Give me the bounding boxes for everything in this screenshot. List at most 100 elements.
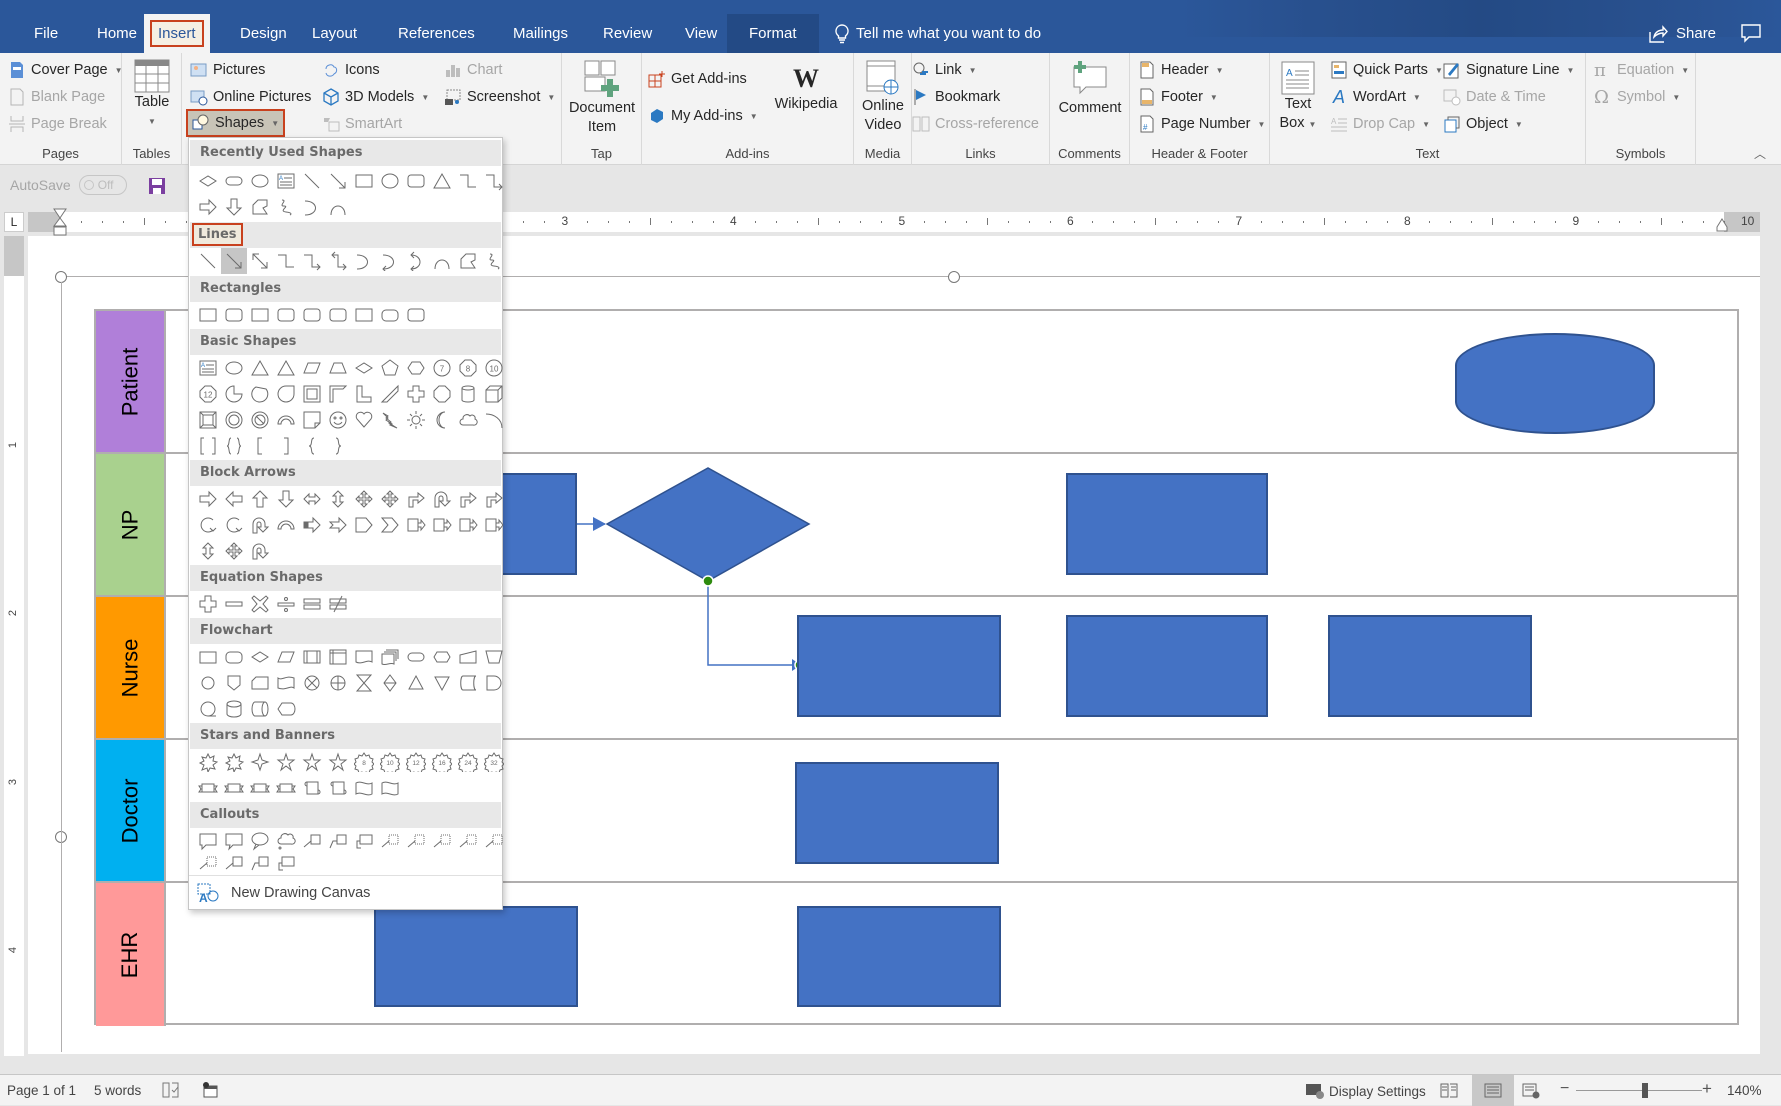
shape-option-num8[interactable]: 8 (455, 355, 481, 381)
table-button[interactable]: Table ▼ (130, 59, 174, 131)
shape-option-dotcallout[interactable] (377, 828, 403, 854)
word-count[interactable]: 5 words (94, 1083, 141, 1098)
text-box-button[interactable]: A Text Box ▼ (1276, 61, 1320, 134)
shape-option-rrect[interactable] (273, 302, 299, 328)
shape-option-linecallout[interactable] (299, 828, 325, 854)
comment-button[interactable]: Comment (1054, 59, 1126, 118)
shape-option-darrow[interactable] (221, 194, 247, 220)
process-box-ehr-2[interactable] (797, 906, 1001, 1007)
process-box-nurse-2[interactable] (1066, 615, 1268, 717)
shape-option-fcmerge[interactable] (429, 670, 455, 696)
shape-option-braces[interactable] (221, 433, 247, 459)
tab-layout[interactable]: Layout (302, 14, 367, 53)
shape-option-udarrow[interactable] (195, 538, 221, 564)
shape-option-arrowline[interactable] (221, 248, 247, 274)
zoom-slider-thumb[interactable] (1642, 1083, 1649, 1098)
shape-option-plus[interactable] (403, 381, 429, 407)
shape-option-uturn[interactable] (247, 538, 273, 564)
shape-option-arcline[interactable] (481, 407, 507, 433)
shape-option-scroll[interactable] (299, 775, 325, 801)
shape-option-can[interactable] (455, 381, 481, 407)
shape-option-circarrow[interactable] (221, 512, 247, 538)
shape-option-tri[interactable] (247, 355, 273, 381)
blank-page-button[interactable]: Blank Page (8, 85, 105, 109)
shape-option-banner[interactable] (221, 775, 247, 801)
shape-option-freeform[interactable] (247, 194, 273, 220)
shape-option-arc[interactable] (429, 248, 455, 274)
shape-option-frame[interactable] (299, 381, 325, 407)
resize-handle[interactable] (948, 271, 960, 283)
shape-option-elbowdbl[interactable] (325, 248, 351, 274)
shape-option-fcdoc[interactable] (351, 644, 377, 670)
shape-option-elbowarrow[interactable] (481, 168, 507, 194)
shape-option-seal12[interactable]: 12 (403, 749, 429, 775)
document-item-button[interactable]: Document Item (566, 59, 638, 137)
smartart-button[interactable]: SmartArt (322, 112, 402, 136)
shape-option-cube[interactable] (481, 381, 507, 407)
autosave-toggle[interactable]: AutoSave Off (10, 175, 127, 195)
screenshot-button[interactable]: Screenshot ▼ (444, 85, 555, 109)
shape-option-quad[interactable] (377, 486, 403, 512)
cover-page-button[interactable]: Cover Page ▼ (8, 58, 123, 82)
shape-option-pie[interactable] (221, 381, 247, 407)
shapes-button[interactable]: Shapes ▼ (186, 109, 286, 137)
shape-option-num10[interactable]: 10 (481, 355, 507, 381)
tab-review[interactable]: Review (593, 14, 662, 53)
shape-option-fcdirect[interactable] (247, 696, 273, 722)
shape-option-dotcallout[interactable] (481, 828, 507, 854)
shape-option-rrect[interactable] (221, 302, 247, 328)
shape-option-pentagon[interactable] (377, 355, 403, 381)
quick-parts-button[interactable]: Quick Parts ▼ (1330, 58, 1443, 82)
shape-option-wave[interactable] (351, 775, 377, 801)
shape-option-parallelogram[interactable] (273, 644, 299, 670)
get-addins-button[interactable]: Get Add-ins (648, 67, 747, 91)
new-drawing-canvas-item[interactable]: A New Drawing Canvas (189, 875, 502, 909)
shape-option-star4[interactable] (247, 749, 273, 775)
signature-line-button[interactable]: Signature Line ▼ (1443, 58, 1574, 82)
shape-option-callrect[interactable] (403, 512, 429, 538)
shape-option-callrect[interactable] (455, 512, 481, 538)
page-number-button[interactable]: # Page Number ▼ (1138, 112, 1265, 136)
symbol-button[interactable]: Ω Symbol ▼ (1594, 85, 1680, 109)
tab-file[interactable]: File (24, 14, 68, 53)
elbow-connector[interactable] (700, 575, 810, 675)
shape-option-udarrow[interactable] (325, 486, 351, 512)
shape-option-blockarc[interactable] (273, 407, 299, 433)
shape-option-rect[interactable] (195, 302, 221, 328)
shape-option-rarrow[interactable] (195, 486, 221, 512)
object-button[interactable]: Object ▼ (1443, 112, 1523, 136)
shape-option-smiley[interactable] (325, 407, 351, 433)
online-pictures-button[interactable]: Online Pictures (190, 85, 311, 109)
save-icon[interactable] (148, 177, 166, 195)
shape-option-burst[interactable] (195, 749, 221, 775)
shape-option-arc[interactable] (325, 194, 351, 220)
shape-option-callrect[interactable] (481, 512, 507, 538)
shape-option-bend[interactable] (455, 486, 481, 512)
shape-option-circle[interactable] (377, 168, 403, 194)
shape-option-line[interactable] (299, 168, 325, 194)
shape-option-curve[interactable] (351, 248, 377, 274)
shape-option-tri[interactable] (273, 355, 299, 381)
shape-option-banner[interactable] (247, 775, 273, 801)
indent-marker[interactable] (53, 208, 67, 236)
shape-option-fcterm[interactable] (403, 644, 429, 670)
shape-option-elbow[interactable] (455, 168, 481, 194)
shape-option-fcseq[interactable] (195, 696, 221, 722)
tab-selector[interactable]: L (4, 212, 24, 232)
shape-option-fcconn[interactable] (195, 670, 221, 696)
shape-option-bend[interactable] (403, 486, 429, 512)
shape-option-fcstored[interactable] (455, 670, 481, 696)
shape-option-seal8[interactable]: 8 (351, 749, 377, 775)
shape-option-seal24[interactable]: 24 (455, 749, 481, 775)
shape-option-seal10[interactable]: 10 (377, 749, 403, 775)
shape-option-fcmanual[interactable] (455, 644, 481, 670)
shape-option-rbrace[interactable] (325, 433, 351, 459)
shape-option-scribble[interactable] (481, 248, 507, 274)
online-video-button[interactable]: Online Video (856, 59, 910, 135)
shape-option-fctape[interactable] (273, 670, 299, 696)
shape-option-diamond[interactable] (351, 355, 377, 381)
shape-option-bend[interactable] (481, 486, 507, 512)
shape-option-notched[interactable] (325, 512, 351, 538)
shape-option-rect[interactable] (247, 302, 273, 328)
shape-option-lbracket[interactable] (247, 433, 273, 459)
